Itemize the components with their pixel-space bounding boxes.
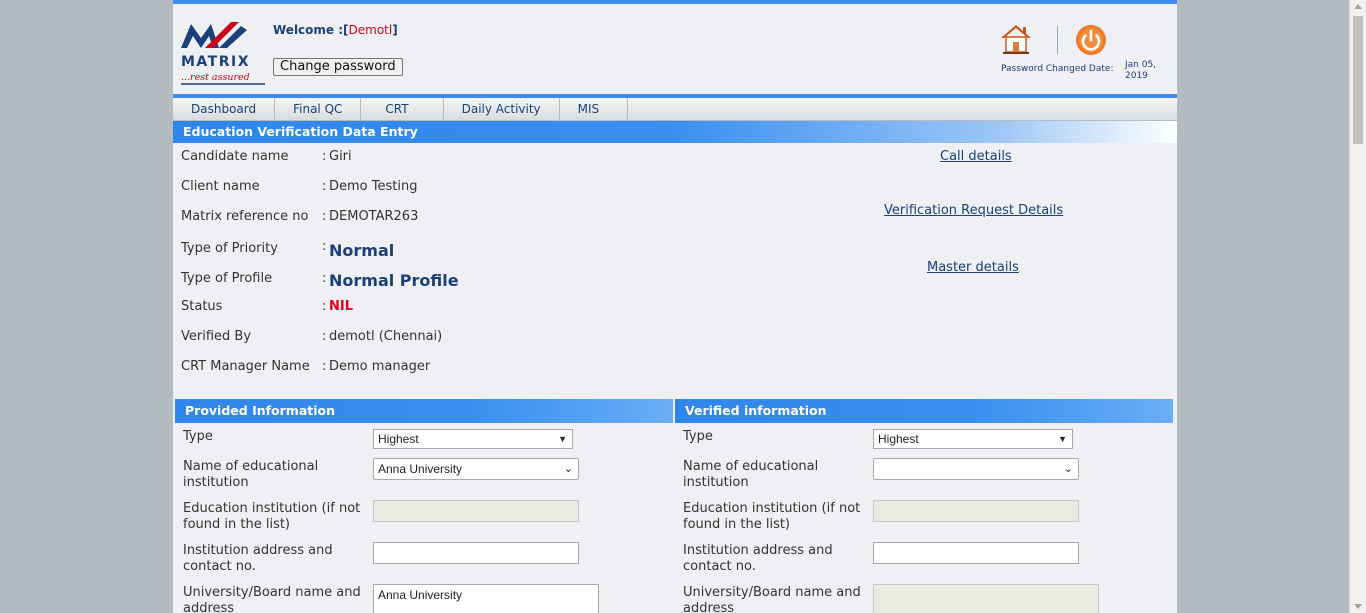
matrix-ref-label: Matrix reference no xyxy=(181,209,309,224)
nav-item-crt[interactable]: CRT xyxy=(361,98,444,120)
crt-manager-label: CRT Manager Name xyxy=(181,359,310,374)
provided-information-title: Provided Information xyxy=(175,399,673,423)
header: MATRIX ...rest assured Welcome :[Demotl]… xyxy=(173,4,1177,94)
verified-information-panel: Verified information Type Highest ▼ Name… xyxy=(675,399,1173,613)
detail-client-name: Client name: Demo Testing xyxy=(181,177,417,197)
nav-item-mis[interactable]: MIS xyxy=(560,98,629,120)
page-scrollbar[interactable] xyxy=(1349,0,1366,613)
provided-information-panel: Provided Information Type Highest ▼ Name… xyxy=(175,399,673,613)
priority-label: Type of Priority xyxy=(181,241,278,256)
chevron-down-icon: ⌄ xyxy=(563,463,573,475)
matrix-logo: MATRIX ...rest assured xyxy=(181,22,265,85)
provided-address-input[interactable] xyxy=(373,542,579,564)
verified-institution-other-input xyxy=(873,500,1079,522)
candidate-name-label: Candidate name xyxy=(181,149,289,164)
detail-candidate-name: Candidate name: Giri xyxy=(181,147,352,167)
page: MATRIX ...rest assured Welcome :[Demotl]… xyxy=(173,0,1177,613)
call-details-link[interactable]: Call details xyxy=(940,149,1012,164)
candidate-name-value: Giri xyxy=(329,149,352,164)
scrollbar-thumb[interactable] xyxy=(1353,16,1363,144)
provided-type-label: Type xyxy=(183,429,213,444)
verified-type-label: Type xyxy=(683,429,713,444)
verified-institution-select[interactable]: ⌄ xyxy=(873,458,1079,480)
welcome-label: Welcome :[ xyxy=(273,23,349,37)
status-value: NIL xyxy=(329,299,354,314)
password-changed-date: Jan 05, 2019 xyxy=(1125,60,1157,81)
provided-type-select[interactable]: Highest ▼ xyxy=(373,429,573,449)
scroll-down-arrow-icon[interactable] xyxy=(1354,604,1362,609)
provided-institution-label: Name of educational institution xyxy=(183,459,319,490)
status-label: Status xyxy=(181,299,223,314)
dropdown-arrow-icon: ▼ xyxy=(558,434,567,444)
verified-institution-label: Name of educational institution xyxy=(683,459,819,490)
power-icon[interactable] xyxy=(1075,24,1107,56)
detail-crt-manager: CRT Manager Name: Demo manager xyxy=(181,357,430,377)
verification-request-details-link[interactable]: Verification Request Details xyxy=(884,203,1063,218)
detail-priority: Type of Priority: Normal xyxy=(181,239,395,260)
verified-address-input[interactable] xyxy=(873,542,1079,564)
provided-university-label: University/Board name and address xyxy=(183,585,361,613)
password-changed-label: Password Changed Date: xyxy=(1001,64,1114,74)
verified-address-label: Institution address and contact no. xyxy=(683,543,833,574)
section-title: Education Verification Data Entry xyxy=(173,121,1177,143)
verified-by-value: demotl (Chennai) xyxy=(329,329,443,344)
master-details-link[interactable]: Master details xyxy=(927,260,1019,275)
header-separator xyxy=(1057,26,1058,54)
provided-institution-other-label: Education institution (if not found in t… xyxy=(183,501,361,532)
main-nav: Dashboard Final QC CRT Daily Activity MI… xyxy=(173,98,1177,121)
detail-status: Status: NIL xyxy=(181,297,353,317)
crt-manager-value: Demo manager xyxy=(329,359,431,374)
provided-university-textarea[interactable]: Anna University xyxy=(373,584,599,613)
change-password-button[interactable]: Change password xyxy=(273,58,403,76)
scroll-up-arrow-icon[interactable] xyxy=(1354,4,1362,9)
candidate-details: Candidate name: Giri Client name: Demo Tes… xyxy=(173,143,1177,393)
home-icon[interactable] xyxy=(999,22,1033,56)
matrix-ref-value: DEMOTAR263 xyxy=(329,209,419,224)
priority-value: Normal xyxy=(329,241,395,260)
provided-type-value: Highest xyxy=(378,432,419,446)
logo-text: MATRIX xyxy=(181,54,250,70)
verified-type-value: Highest xyxy=(878,432,919,446)
detail-profile: Type of Profile: Normal Profile xyxy=(181,271,459,290)
chevron-down-icon: ⌄ xyxy=(1063,463,1073,475)
detail-matrix-ref: Matrix reference no: DEMOTAR263 xyxy=(181,207,418,227)
client-name-label: Client name xyxy=(181,179,260,194)
profile-label: Type of Profile xyxy=(181,271,273,286)
detail-verified-by: Verified By: demotl (Chennai) xyxy=(181,327,442,347)
dropdown-arrow-icon: ▼ xyxy=(1058,434,1067,444)
provided-address-label: Institution address and contact no. xyxy=(183,543,333,574)
nav-item-daily-activity[interactable]: Daily Activity xyxy=(444,98,560,120)
provided-institution-select[interactable]: Anna University ⌄ xyxy=(373,458,579,480)
client-name-value: Demo Testing xyxy=(329,179,418,194)
provided-institution-value: Anna University xyxy=(378,462,463,476)
welcome-text: Welcome :[Demotl] xyxy=(273,23,398,37)
verified-by-label: Verified By xyxy=(181,329,252,344)
nav-item-final-qc[interactable]: Final QC xyxy=(275,98,362,120)
verified-university-textarea xyxy=(873,584,1099,613)
nav-item-dashboard[interactable]: Dashboard xyxy=(173,98,276,120)
verified-university-label: University/Board name and address xyxy=(683,585,861,613)
verified-information-title: Verified information xyxy=(675,399,1173,423)
verified-institution-other-label: Education institution (if not found in t… xyxy=(683,501,861,532)
provided-institution-other-input xyxy=(373,500,579,522)
verified-type-select[interactable]: Highest ▼ xyxy=(873,429,1073,449)
profile-value: Normal Profile xyxy=(329,271,459,290)
username: Demotl xyxy=(348,23,393,37)
welcome-close: ] xyxy=(392,23,398,37)
logo-tagline: ...rest assured xyxy=(181,72,250,83)
